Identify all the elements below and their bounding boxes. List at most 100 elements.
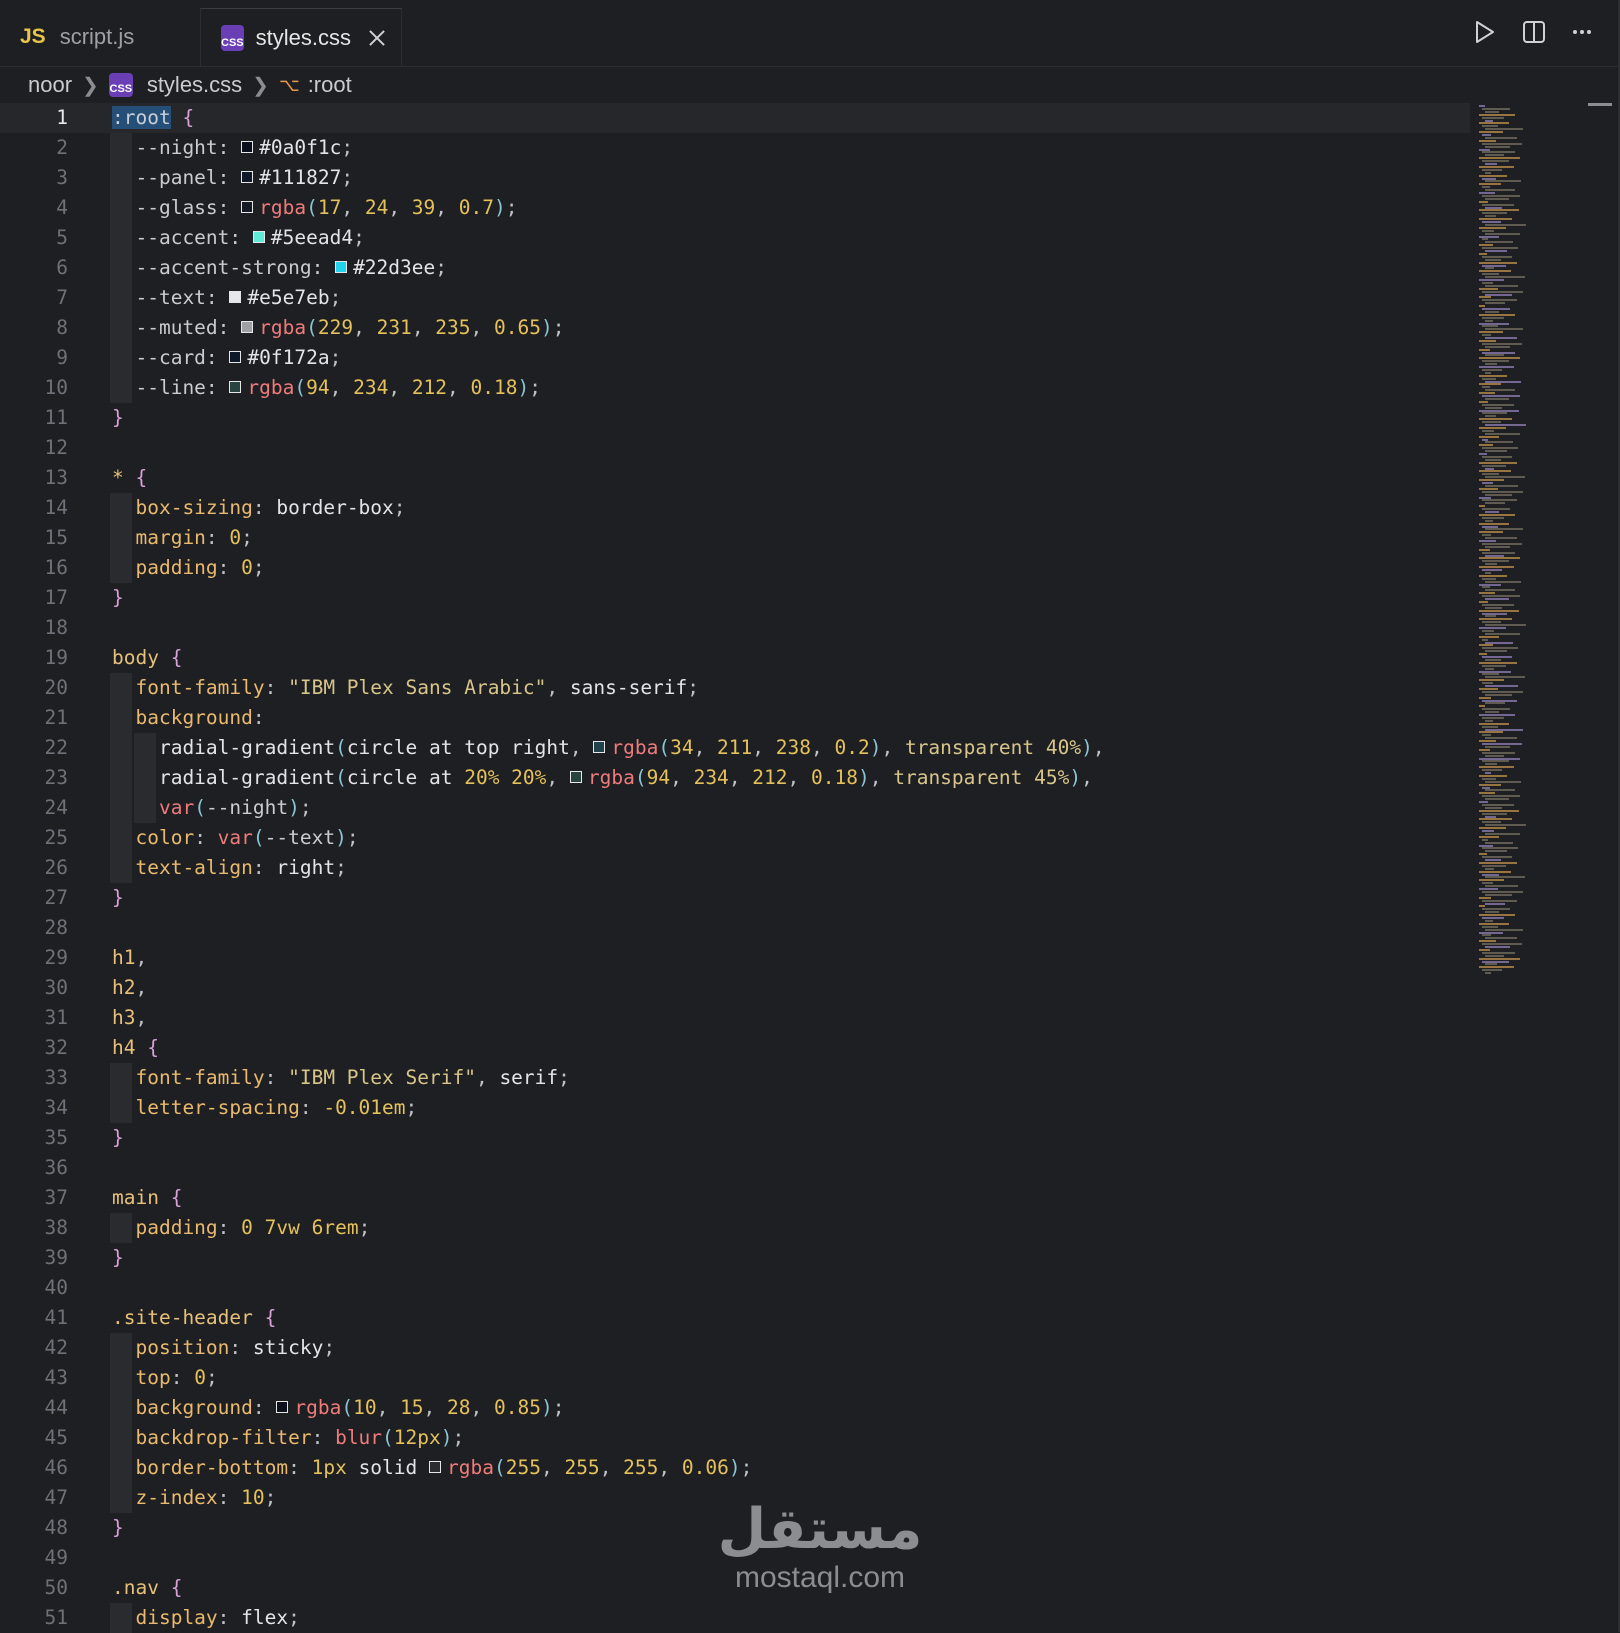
code-line[interactable]: 23 radial-gradient(circle at 20% 20%, rg… <box>0 763 1470 793</box>
code-line[interactable]: 6 --accent-strong: #22d3ee; <box>0 253 1470 283</box>
color-swatch[interactable] <box>276 1401 289 1413</box>
code-line[interactable]: 44 background: rgba(10, 15, 28, 0.85); <box>0 1393 1470 1423</box>
color-swatch[interactable] <box>229 381 242 393</box>
code-token: 255 <box>564 1456 600 1479</box>
code-line[interactable]: 41 .site-header { <box>0 1303 1470 1333</box>
code-line[interactable]: 13 * { <box>0 463 1470 493</box>
code-line[interactable]: 45 backdrop-filter: blur(12px); <box>0 1423 1470 1453</box>
code-line[interactable]: 28 <box>0 913 1470 943</box>
code-token: , <box>546 766 570 789</box>
minimap-line <box>1479 722 1509 725</box>
close-icon[interactable] <box>367 28 381 48</box>
minimap-line <box>1479 914 1516 917</box>
code-line[interactable]: 31 h3, <box>0 1003 1470 1033</box>
minimap-line <box>1485 832 1520 835</box>
code-line[interactable]: 36 <box>0 1153 1470 1183</box>
code-line[interactable]: 25 color: var(--text); <box>0 823 1470 853</box>
code-line[interactable]: 33 font-family: "IBM Plex Serif", serif; <box>0 1063 1470 1093</box>
code-line[interactable]: 32 h4 { <box>0 1033 1470 1063</box>
code-line[interactable]: 3 --panel: #111827; <box>0 163 1470 193</box>
code-token: ; <box>205 1366 218 1389</box>
code-line[interactable]: 7 --text: #e5e7eb; <box>0 283 1470 313</box>
code-line[interactable]: 11} <box>0 403 1470 433</box>
color-swatch[interactable] <box>593 741 606 753</box>
code-token: 0.2 <box>834 736 870 759</box>
code-line[interactable]: 22 radial-gradient(circle at top right, … <box>0 733 1470 763</box>
minimap-line <box>1485 972 1491 975</box>
code-line[interactable]: 30 h2, <box>0 973 1470 1003</box>
color-swatch[interactable] <box>241 141 254 153</box>
line-number: 41 <box>44 1306 68 1329</box>
color-swatch[interactable] <box>252 231 265 243</box>
code-line[interactable]: 18 <box>0 613 1470 643</box>
code-token: ) <box>540 1396 553 1419</box>
code-line[interactable]: 8 --muted: rgba(229, 231, 235, 0.65); <box>0 313 1470 343</box>
tab-styles-css[interactable]: CSS styles.css <box>200 8 402 66</box>
line-number: 42 <box>44 1336 68 1359</box>
run-icon[interactable] <box>1474 20 1496 49</box>
minimap-line <box>1485 624 1527 627</box>
color-swatch[interactable] <box>335 261 348 273</box>
code-line[interactable]: 42 position: sticky; <box>0 1333 1470 1363</box>
breadcrumb-file[interactable]: styles.css <box>147 72 242 98</box>
code-line[interactable]: 12 <box>0 433 1470 463</box>
code-line[interactable]: 2 --night: #0a0f1c; <box>0 133 1470 163</box>
minimap[interactable] <box>1475 103 1620 1632</box>
color-swatch[interactable] <box>229 291 242 303</box>
breadcrumb-symbol[interactable]: :root <box>308 72 352 98</box>
code-line[interactable]: 38 padding: 0 7vw 6rem; <box>0 1213 1470 1243</box>
code-line[interactable]: 34 letter-spacing: -0.01em; <box>0 1093 1470 1123</box>
code-line[interactable]: 1:root { <box>0 103 1470 133</box>
code-line[interactable]: 14 box-sizing: border-box; <box>0 493 1470 523</box>
code-line[interactable]: 35} <box>0 1123 1470 1153</box>
code-line[interactable]: 21 background: <box>0 703 1470 733</box>
code-token: , <box>1092 736 1105 759</box>
code-text: color: var(--text); <box>112 823 358 853</box>
tab-script-js[interactable]: JS script.js <box>0 8 200 66</box>
code-line[interactable]: 46 border-bottom: 1px solid rgba(255, 25… <box>0 1453 1470 1483</box>
code-line[interactable]: 17} <box>0 583 1470 613</box>
minimap-line <box>1485 223 1527 226</box>
line-number: 18 <box>44 616 68 639</box>
code-line[interactable]: 20 font-family: "IBM Plex Sans Arabic", … <box>0 673 1470 703</box>
line-number: 50 <box>44 1576 68 1599</box>
minimap-line <box>1482 447 1519 450</box>
code-token: ; <box>505 196 518 219</box>
color-swatch[interactable] <box>241 321 254 333</box>
split-editor-icon[interactable] <box>1522 20 1546 49</box>
color-swatch[interactable] <box>429 1461 442 1473</box>
code-line[interactable]: 19 body { <box>0 643 1470 673</box>
code-line[interactable]: 27} <box>0 883 1470 913</box>
minimap-slider[interactable] <box>1588 103 1612 106</box>
minimap-line <box>1482 803 1514 806</box>
breadcrumb-folder[interactable]: noor <box>28 72 72 98</box>
code-line[interactable]: 43 top: 0; <box>0 1363 1470 1393</box>
color-swatch[interactable] <box>229 351 242 363</box>
code-line[interactable]: 26 text-align: right; <box>0 853 1470 883</box>
code-line[interactable]: 24 var(--night); <box>0 793 1470 823</box>
code-line[interactable]: 9 --card: #0f172a; <box>0 343 1470 373</box>
code-line[interactable]: 29 h1, <box>0 943 1470 973</box>
line-number: 15 <box>44 526 68 549</box>
color-swatch[interactable] <box>241 171 254 183</box>
minimap-line <box>1482 186 1490 189</box>
more-actions-icon[interactable] <box>1572 20 1592 49</box>
code-line[interactable]: 4 --glass: rgba(17, 24, 39, 0.7); <box>0 193 1470 223</box>
code-line[interactable]: 39} <box>0 1243 1470 1273</box>
code-line[interactable]: 5 --accent: #5eead4; <box>0 223 1470 253</box>
code-line[interactable]: 37 main { <box>0 1183 1470 1213</box>
code-line[interactable]: 40 <box>0 1273 1470 1303</box>
line-number: 28 <box>44 916 68 939</box>
code-line[interactable]: 15 margin: 0; <box>0 523 1470 553</box>
minimap-line <box>1485 719 1493 722</box>
minimap-line <box>1479 218 1513 221</box>
minimap-line <box>1482 151 1516 154</box>
minimap-line <box>1479 888 1498 890</box>
color-swatch[interactable] <box>569 771 582 783</box>
code-line[interactable]: 51 display: flex; <box>0 1603 1470 1633</box>
color-swatch[interactable] <box>241 201 254 213</box>
code-line[interactable]: 16 padding: 0; <box>0 553 1470 583</box>
code-editor[interactable]: 1:root {2 --night: #0a0f1c; 3 --panel: #1… <box>0 103 1475 1633</box>
code-line[interactable]: 10 --line: rgba(94, 234, 212, 0.18); <box>0 373 1470 403</box>
